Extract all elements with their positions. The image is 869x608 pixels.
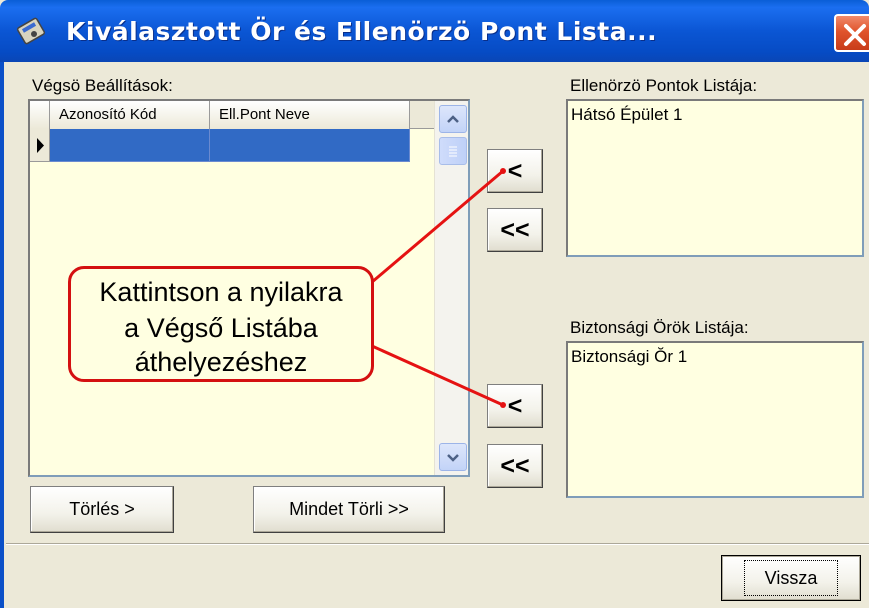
grid-header: Azonosító Kód Ell.Pont Neve xyxy=(30,101,434,129)
back-button[interactable]: Vissza xyxy=(721,555,861,601)
scroll-down-button[interactable] xyxy=(439,443,467,471)
checkpoints-list[interactable]: Hátsó Épület 1 xyxy=(566,99,864,257)
title-bar[interactable]: Kiválasztott Ör és Ellenörzö Pont Lista.… xyxy=(0,0,869,62)
grid-corner xyxy=(30,101,50,129)
cell-id[interactable] xyxy=(50,129,210,162)
cell-name[interactable] xyxy=(210,129,410,162)
move-checkpoint-button[interactable]: < xyxy=(487,149,543,193)
close-button[interactable] xyxy=(834,14,869,52)
final-settings-label: Végsö Beállítások: xyxy=(32,76,173,95)
instruction-callout: Kattintson a nyilakra a Végső Listába át… xyxy=(68,266,374,382)
callout-line-3: áthelyezéshez xyxy=(134,347,308,377)
checkpoints-label: Ellenörzö Pontok Listája: xyxy=(570,76,758,95)
guards-label: Biztonsági Örök Listája: xyxy=(570,318,749,337)
vertical-scrollbar[interactable] xyxy=(434,101,468,475)
list-item[interactable]: Hátsó Épület 1 xyxy=(571,105,859,125)
move-guard-button[interactable]: < xyxy=(487,384,543,428)
column-header-name[interactable]: Ell.Pont Neve xyxy=(210,101,410,129)
row-indicator xyxy=(30,129,50,162)
row-pointer-icon xyxy=(37,138,44,153)
window-frame xyxy=(0,62,4,608)
move-all-checkpoints-button[interactable]: << xyxy=(487,208,543,252)
list-item[interactable]: Biztonsági Ŏr 1 xyxy=(571,347,859,367)
callout-line-2: a Végső Listába xyxy=(124,313,318,343)
move-all-guards-button[interactable]: << xyxy=(487,444,543,488)
delete-all-button[interactable]: Mindet Törli >> xyxy=(253,486,445,533)
callout-line-1: Kattintson a nyilakra xyxy=(99,277,343,307)
chevron-down-icon xyxy=(447,454,459,462)
close-icon xyxy=(844,24,866,46)
back-button-label: Vissza xyxy=(743,560,839,596)
chevron-up-icon xyxy=(447,115,459,123)
guards-list[interactable]: Biztonsági Ŏr 1 xyxy=(566,341,864,498)
separator xyxy=(6,543,869,545)
app-icon[interactable] xyxy=(14,14,48,48)
dialog-window: Kiválasztott Ör és Ellenörzö Pont Lista.… xyxy=(0,0,869,608)
table-row[interactable] xyxy=(30,129,434,162)
delete-button[interactable]: Törlés > xyxy=(30,486,174,533)
window-title: Kiválasztott Ör és Ellenörzö Pont Lista.… xyxy=(66,17,658,46)
scroll-up-button[interactable] xyxy=(439,105,467,133)
grip-icon xyxy=(449,146,457,157)
column-header-id[interactable]: Azonosító Kód xyxy=(50,101,210,129)
scroll-thumb[interactable] xyxy=(439,137,467,165)
